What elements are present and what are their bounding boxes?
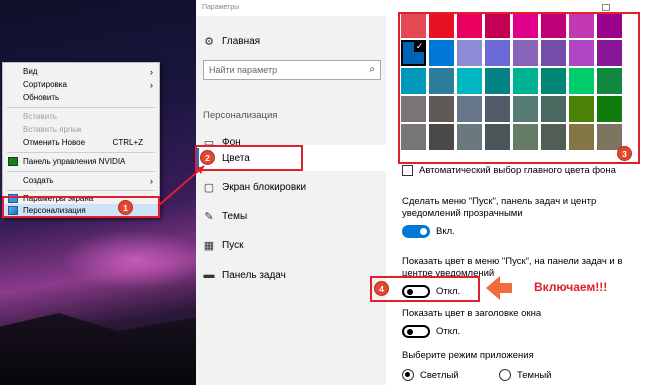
menu-item-nvidia[interactable]: Панель управления NVIDIA bbox=[3, 155, 159, 168]
titlebar-color-state: Откл. bbox=[436, 326, 461, 337]
sidebar-item-label: Темы bbox=[222, 210, 248, 222]
sidebar-item-themes[interactable]: ✎ Темы bbox=[196, 203, 386, 229]
gear-icon: ⚙ bbox=[204, 35, 214, 48]
auto-accent-label: Автоматический выбор главного цвета фона bbox=[419, 165, 616, 176]
maximize-button[interactable] bbox=[602, 4, 610, 11]
step-badge-3: 3 bbox=[617, 146, 632, 161]
titlebar-color-label: Показать цвет в заголовке окна bbox=[402, 308, 542, 319]
sidebar-item-home[interactable]: ⚙ Главная bbox=[196, 28, 386, 54]
toggle-knob bbox=[420, 228, 427, 235]
menu-item-paste-shortcut: Вставить ярлык bbox=[3, 123, 159, 136]
search-placeholder: Найти параметр bbox=[209, 65, 278, 75]
menu-item-create[interactable]: Создать › bbox=[3, 174, 159, 187]
menu-item-label: Создать bbox=[23, 176, 54, 185]
sidebar-item-lock-screen[interactable]: ▢ Экран блокировки bbox=[196, 174, 386, 200]
monitor-icon: ▢ bbox=[203, 181, 215, 194]
menu-item-label: Сортировка bbox=[23, 80, 67, 89]
app-mode-label: Выберите режим приложения bbox=[402, 350, 534, 361]
titlebar-color-toggle[interactable] bbox=[402, 325, 430, 338]
step-badge-4: 4 bbox=[374, 281, 389, 296]
search-input[interactable]: Найти параметр ⌕ bbox=[203, 60, 381, 80]
menu-item-sort[interactable]: Сортировка › bbox=[3, 78, 159, 91]
menu-item-paste: Вставить bbox=[3, 110, 159, 123]
sidebar-item-taskbar[interactable]: ▬ Панель задач bbox=[196, 262, 386, 288]
transparency-label: Сделать меню "Пуск", панель задач и цент… bbox=[402, 196, 597, 219]
taskbar-icon: ▬ bbox=[203, 269, 215, 281]
light-mode-label: Светлый bbox=[420, 370, 459, 381]
desktop-context-menu: Вид › Сортировка › Обновить Вставить Вст… bbox=[2, 62, 160, 218]
menu-item-label: Вид bbox=[23, 67, 38, 76]
toggle-knob bbox=[407, 329, 413, 335]
chevron-right-icon: › bbox=[150, 175, 153, 186]
menu-item-shortcut: CTRL+Z bbox=[112, 138, 143, 147]
menu-separator bbox=[7, 152, 155, 153]
menu-separator bbox=[7, 171, 155, 172]
sidebar-item-label: Экран блокировки bbox=[222, 181, 307, 193]
menu-item-view[interactable]: Вид › bbox=[3, 65, 159, 78]
menu-item-label: Отменить Новое bbox=[23, 138, 86, 147]
sidebar-item-label: Панель задач bbox=[222, 269, 286, 281]
highlight-palette bbox=[398, 12, 640, 164]
chevron-right-icon: › bbox=[150, 66, 153, 77]
sidebar-item-start[interactable]: ▦ Пуск bbox=[196, 232, 386, 258]
section-label: Персонализация bbox=[203, 110, 278, 121]
start-icon: ▦ bbox=[203, 239, 215, 252]
highlight-personalization bbox=[2, 196, 160, 218]
menu-item-label: Вставить ярлык bbox=[23, 125, 82, 134]
brush-icon: ✎ bbox=[204, 210, 214, 223]
light-mode-radio[interactable] bbox=[402, 369, 414, 381]
menu-item-label: Обновить bbox=[23, 93, 60, 102]
menu-item-undo-new[interactable]: Отменить Новое CTRL+Z bbox=[3, 136, 159, 149]
transparency-state: Вкл. bbox=[436, 226, 455, 237]
wallpaper-glow bbox=[60, 230, 210, 290]
menu-separator bbox=[7, 107, 155, 108]
sidebar-item-label: Главная bbox=[222, 35, 261, 47]
auto-accent-checkbox[interactable] bbox=[402, 165, 413, 176]
step-badge-1: 1 bbox=[118, 200, 133, 215]
menu-item-label: Панель управления NVIDIA bbox=[23, 157, 126, 166]
menu-item-refresh[interactable]: Обновить bbox=[3, 91, 159, 104]
chevron-right-icon: › bbox=[150, 79, 153, 90]
nvidia-icon bbox=[8, 157, 18, 166]
menu-separator bbox=[7, 190, 155, 191]
step-badge-2: 2 bbox=[200, 150, 215, 165]
sidebar-item-label: Пуск bbox=[222, 239, 244, 251]
transparency-toggle[interactable] bbox=[402, 225, 430, 238]
callout-text: Включаем!!! bbox=[534, 280, 608, 294]
menu-item-label: Вставить bbox=[23, 112, 57, 121]
wallpaper-hill bbox=[0, 313, 196, 385]
dark-mode-label: Темный bbox=[517, 370, 552, 381]
settings-sidebar: ⚙ Главная Найти параметр ⌕ Персонализаци… bbox=[196, 16, 386, 385]
dark-mode-radio[interactable] bbox=[499, 369, 511, 381]
search-icon: ⌕ bbox=[369, 64, 375, 75]
